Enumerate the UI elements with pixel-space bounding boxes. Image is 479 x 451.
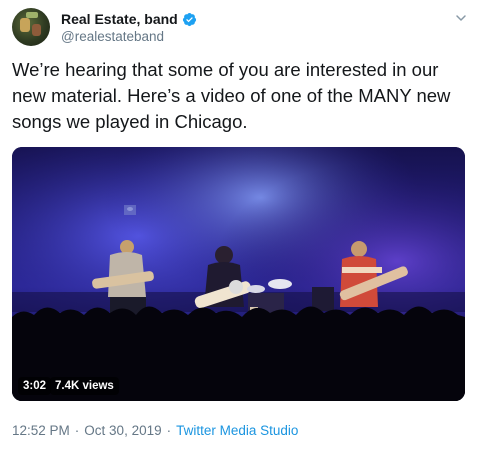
tweet-text: We’re hearing that some of you are inter… [12,57,472,135]
verified-badge-icon [182,12,196,26]
tweet-text-line: songs we played in Chicago. [12,111,248,132]
author-handle[interactable]: @realestateband [61,29,164,44]
chevron-down-icon[interactable] [455,12,467,24]
video-player[interactable]: 3:02 7.4K views [12,147,465,401]
video-thumbnail [12,147,465,401]
tweet-meta: 12:52 PM · Oct 30, 2019 · Twitter Media … [12,423,298,438]
tweet-card: Real Estate, band @realestateband We’re … [0,0,479,451]
tweet-text-line: new material. Here’s a video of one of t… [12,85,451,106]
tweet-date[interactable]: Oct 30, 2019 [84,423,161,438]
meta-separator: · [74,423,80,438]
video-duration: 3:02 [18,377,52,395]
author-name-row: Real Estate, band [61,11,197,27]
meta-separator: · [166,423,172,438]
tweet-text-line: We’re hearing that some of you are inter… [12,59,439,80]
author-display-name[interactable]: Real Estate, band [61,11,178,27]
tweet-source-link[interactable]: Twitter Media Studio [176,423,298,438]
video-view-count: 7.4K views [50,377,119,395]
tweet-time[interactable]: 12:52 PM [12,423,70,438]
avatar[interactable] [12,8,50,46]
